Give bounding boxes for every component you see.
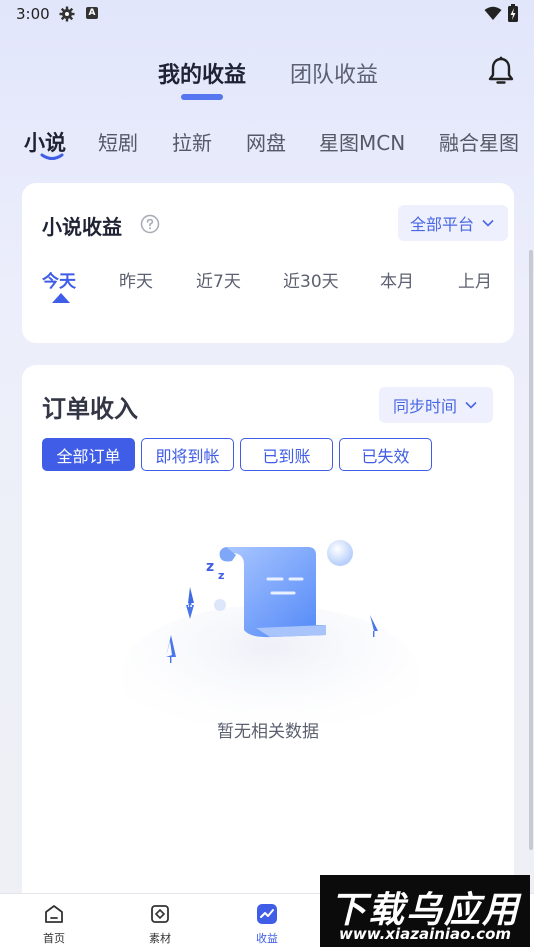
question-circle-icon[interactable] — [140, 214, 160, 234]
settings-gear-icon — [59, 6, 75, 22]
battery-icon — [508, 4, 518, 22]
category-tab-netdisk[interactable]: 网盘 — [246, 127, 286, 156]
period-tab-yesterday[interactable]: 昨天 — [119, 267, 153, 292]
category-tab-fusion-xingtu[interactable]: 融合星图 — [439, 127, 519, 156]
period-tab-today[interactable]: 今天 — [42, 267, 76, 292]
chevron-down-icon — [482, 219, 494, 227]
period-tab-last-month[interactable]: 上月 — [458, 267, 492, 292]
nav-item-earnings[interactable]: 收益 — [237, 902, 297, 946]
platform-select-label: 全部平台 — [410, 215, 475, 234]
material-icon — [151, 905, 169, 923]
empty-state-text: 暂无相关数据 — [217, 722, 319, 742]
tab-my-earnings[interactable]: 我的收益 — [158, 57, 246, 89]
svg-text:z: z — [218, 569, 224, 582]
period-tab-30-days[interactable]: 近30天 — [283, 267, 339, 292]
wifi-icon — [484, 6, 502, 20]
svg-text:z: z — [206, 559, 214, 575]
sort-select-label: 同步时间 — [393, 397, 458, 416]
sort-select[interactable]: 同步时间 — [379, 387, 493, 423]
chevron-down-icon — [465, 401, 477, 409]
nav-item-label: 素材 — [149, 932, 171, 945]
period-active-indicator — [52, 293, 70, 303]
filter-upcoming-button[interactable]: 即将到帐 — [141, 438, 234, 471]
empty-state-illustration: z z — [122, 540, 418, 725]
category-active-indicator — [40, 153, 64, 160]
filter-expired-button[interactable]: 已失效 — [339, 438, 432, 471]
platform-select[interactable]: 全部平台 — [398, 205, 508, 241]
card-title: 小说收益 — [42, 215, 122, 239]
earnings-chart-icon — [257, 904, 277, 924]
category-tab-new-users[interactable]: 拉新 — [172, 127, 212, 156]
nav-item-material[interactable]: 素材 — [130, 902, 190, 946]
period-tab-this-month[interactable]: 本月 — [380, 267, 414, 292]
nav-item-label: 首页 — [43, 932, 65, 945]
status-time: 3:00 — [16, 5, 50, 23]
category-tab-short-drama[interactable]: 短剧 — [98, 127, 138, 156]
status-badge-icon: A — [86, 7, 98, 19]
category-tab-xingtu-mcn[interactable]: 星图MCN — [319, 127, 405, 156]
bell-icon[interactable] — [487, 56, 515, 86]
card-title: 订单收入 — [42, 395, 138, 423]
active-tab-indicator — [181, 94, 223, 100]
novel-earnings-card: 小说收益 全部平台 今天 昨天 近7天 近30天 本月 上月 — [22, 183, 514, 343]
status-bar: 3:00 A — [0, 0, 534, 28]
watermark-url: www.xiazainiao.com — [338, 925, 512, 943]
home-icon — [45, 905, 63, 923]
nav-item-label: 收益 — [256, 932, 278, 945]
watermark-logo: 下载乌应用 www.xiazainiao.com — [320, 875, 530, 947]
filter-all-orders-button[interactable]: 全部订单 — [42, 438, 135, 471]
filter-received-button[interactable]: 已到账 — [240, 438, 333, 471]
tab-team-earnings[interactable]: 团队收益 — [290, 57, 378, 89]
period-tab-7-days[interactable]: 近7天 — [196, 267, 241, 292]
nav-item-home[interactable]: 首页 — [24, 902, 84, 946]
order-income-card: 订单收入 同步时间 全部订单 即将到帐 已到账 已失效 z z 暂无相关数据 — [22, 365, 514, 905]
scrollbar[interactable] — [529, 250, 533, 850]
